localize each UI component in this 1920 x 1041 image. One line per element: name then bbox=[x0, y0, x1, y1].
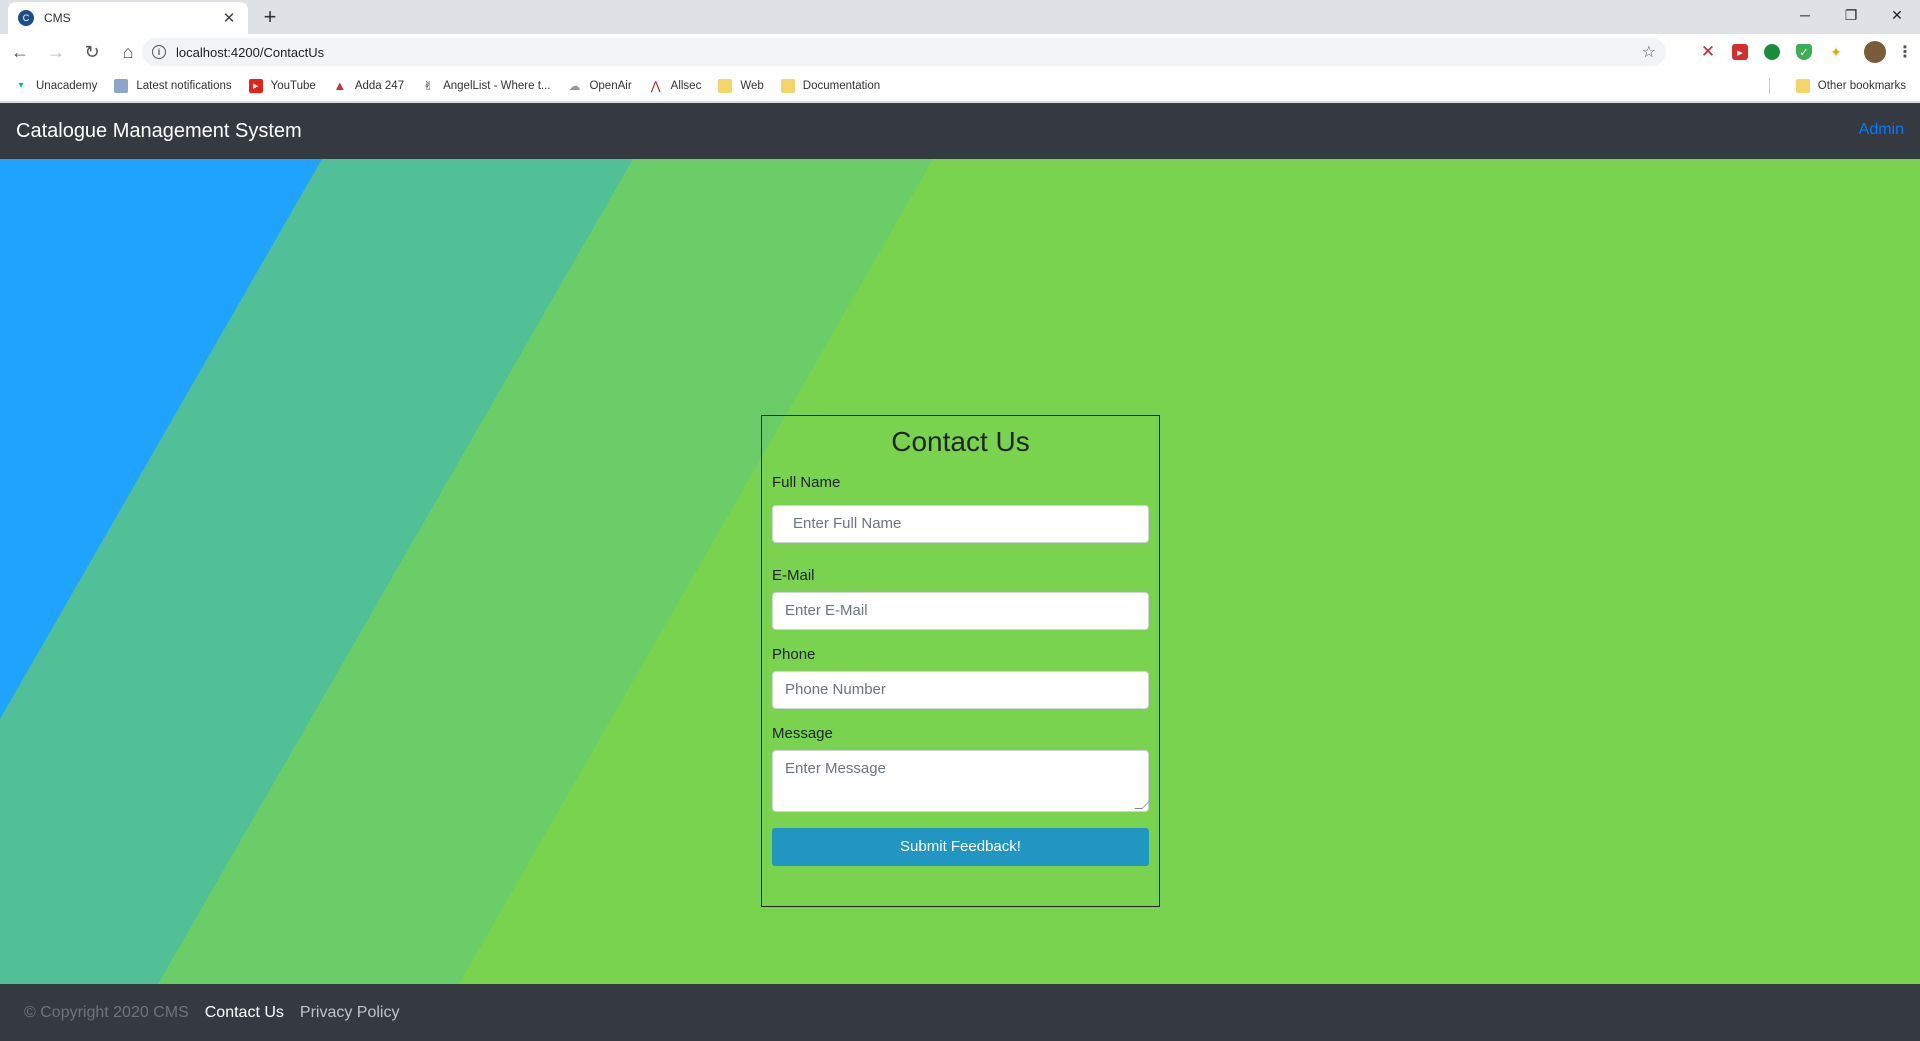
close-window-icon[interactable]: ✕ bbox=[1874, 0, 1920, 30]
bookmarks-separator bbox=[1769, 78, 1770, 94]
bookmark-documentation[interactable]: Documentation bbox=[780, 78, 880, 93]
new-tab-button[interactable]: + bbox=[258, 5, 282, 29]
extensions-area: ✕ ▸ ✓ ✦ ⋮ bbox=[1684, 41, 1913, 63]
message-textarea[interactable]: Enter Message bbox=[772, 750, 1150, 812]
allsec-icon: ⋀ bbox=[650, 78, 661, 93]
unacademy-icon: ▾ bbox=[18, 80, 24, 91]
bookmark-web[interactable]: Web bbox=[718, 78, 764, 93]
green-extension-icon[interactable] bbox=[1764, 44, 1780, 60]
home-button[interactable]: ⌂ bbox=[112, 36, 144, 68]
email-label: E-Mail bbox=[772, 567, 815, 584]
notifications-icon bbox=[114, 78, 129, 93]
record-extension-icon[interactable]: ▸ bbox=[1732, 44, 1748, 60]
copyright-text: © Copyright 2020 CMS bbox=[24, 1003, 189, 1021]
form-title: Contact Us bbox=[891, 426, 1030, 457]
bookmark-latest-notifications[interactable]: Latest notifications bbox=[114, 78, 232, 93]
submit-feedback-button[interactable]: Submit Feedback! bbox=[772, 828, 1149, 866]
page-footer: © Copyright 2020 CMS Contact Us Privacy … bbox=[0, 984, 1920, 1041]
url-text[interactable]: localhost:4200/ContactUs bbox=[176, 45, 1642, 60]
bookmark-unacademy[interactable]: ▾ Unacademy bbox=[14, 79, 97, 93]
angellist-icon: ✌ bbox=[423, 78, 434, 93]
restore-icon[interactable]: ❐ bbox=[1828, 0, 1874, 30]
bookmark-openair[interactable]: ☁ OpenAir bbox=[567, 79, 631, 93]
browser-menu-icon[interactable]: ⋮ bbox=[1897, 44, 1913, 61]
tab-close-icon[interactable]: ✕ bbox=[220, 9, 238, 27]
bookmark-adda247[interactable]: ▲ Adda 247 bbox=[333, 78, 404, 93]
bookmark-angellist[interactable]: ✌ AngelList - Where t... bbox=[421, 79, 550, 93]
shield-extension-icon[interactable]: ✓ bbox=[1796, 44, 1812, 60]
x-extension-icon[interactable]: ✕ bbox=[1700, 42, 1716, 61]
footer-contact-link[interactable]: Contact Us bbox=[205, 1004, 284, 1022]
profile-avatar[interactable] bbox=[1864, 41, 1886, 63]
folder-icon bbox=[718, 78, 733, 93]
star-extension-icon[interactable]: ✦ bbox=[1828, 44, 1844, 60]
browser-tabstrip: C CMS ✕ + ─ ❐ ✕ bbox=[0, 0, 1920, 34]
message-placeholder: Enter Message bbox=[785, 760, 886, 777]
page-viewport: Catalogue Management System Admin Contac… bbox=[0, 103, 1920, 1041]
browser-toolbar: ← → ↻ ⌂ i localhost:4200/ContactUs ☆ ✕ ▸… bbox=[0, 34, 1920, 70]
bookmarks-bar: ▾ Unacademy Latest notifications ▶ YouTube… bbox=[0, 70, 1920, 102]
phone-input[interactable]: Phone Number bbox=[772, 671, 1149, 709]
message-label: Message bbox=[772, 725, 833, 742]
brand-title[interactable]: Catalogue Management System bbox=[16, 120, 302, 143]
folder-icon bbox=[1795, 79, 1810, 93]
openair-icon: ☁ bbox=[568, 78, 581, 93]
youtube-icon: ▶ bbox=[248, 78, 263, 93]
admin-link[interactable]: Admin bbox=[1859, 121, 1904, 139]
site-info-icon[interactable]: i bbox=[152, 45, 166, 59]
bookmark-allsec[interactable]: ⋀ Allsec bbox=[649, 79, 702, 93]
back-button[interactable]: ← bbox=[4, 36, 36, 68]
fullname-input[interactable]: Enter Full Name bbox=[772, 505, 1149, 543]
top-navbar: Catalogue Management System Admin bbox=[0, 103, 1920, 159]
folder-icon bbox=[780, 78, 795, 93]
resize-handle-icon[interactable] bbox=[1134, 801, 1150, 809]
window-controls: ─ ❐ ✕ bbox=[1782, 0, 1920, 30]
phone-label: Phone bbox=[772, 646, 816, 663]
forward-button[interactable]: → bbox=[40, 36, 72, 68]
other-bookmarks[interactable]: Other bookmarks bbox=[1795, 70, 1906, 102]
minimize-icon[interactable]: ─ bbox=[1782, 0, 1828, 30]
tab-title: CMS bbox=[44, 11, 71, 25]
adda-icon: ▲ bbox=[333, 78, 347, 93]
footer-privacy-link[interactable]: Privacy Policy bbox=[300, 1004, 400, 1022]
bookmark-youtube[interactable]: ▶ YouTube bbox=[248, 78, 316, 93]
address-bar[interactable]: i localhost:4200/ContactUs ☆ bbox=[142, 38, 1666, 66]
reload-button[interactable]: ↻ bbox=[76, 36, 108, 68]
contact-form-card: Contact Us Full Name Enter Full Name E-M… bbox=[761, 415, 1160, 907]
cms-favicon-icon: C bbox=[18, 10, 34, 26]
hero-background: Contact Us Full Name Enter Full Name E-M… bbox=[0, 159, 1920, 984]
browser-tab[interactable]: C CMS ✕ bbox=[8, 2, 248, 34]
fullname-label: Full Name bbox=[772, 474, 841, 491]
bookmark-star-icon[interactable]: ☆ bbox=[1642, 42, 1656, 62]
email-input[interactable]: Enter E-Mail bbox=[772, 592, 1149, 630]
